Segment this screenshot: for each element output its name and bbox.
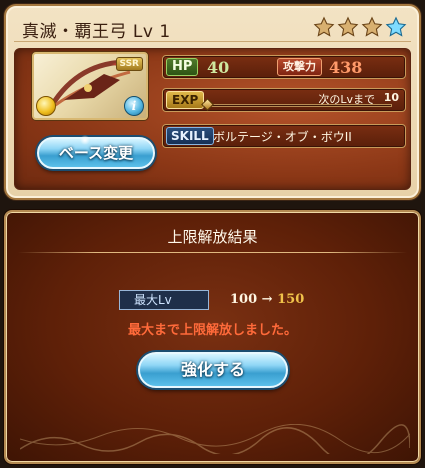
exp-label: EXP [166, 91, 205, 109]
hp-value: 40 [207, 58, 230, 77]
base-change-button[interactable]: ベース変更 [37, 137, 155, 169]
weapon-name: 真滅・覇王弓 Lv 1 [22, 22, 171, 42]
star-icon [337, 16, 359, 37]
skill-label: SKILL [166, 127, 214, 145]
arrow-icon: → [261, 292, 273, 307]
skill-name: ボルテージ・オブ・ボウII [213, 130, 352, 144]
info-icon[interactable]: i [124, 96, 144, 116]
sparkle-effect [80, 135, 90, 145]
max-lv-new: 150 [277, 292, 305, 307]
element-light-icon [36, 96, 56, 116]
atk-label: 攻撃力 [277, 58, 322, 76]
star-icon-blue [385, 16, 407, 37]
weapon-title-bar: 真滅・覇王弓 Lv 1 [14, 12, 411, 42]
star-icon [361, 16, 383, 37]
hp-atk-row: HP 40 攻撃力 438 [162, 55, 406, 79]
rarity-stars [313, 16, 407, 38]
star-icon [313, 16, 335, 37]
exp-next-label: 次のLvまで [318, 93, 375, 106]
result-title: 上限解放結果 [167, 228, 258, 246]
exp-row: EXP 次のLvまで 10 [162, 88, 406, 112]
title-divider [18, 252, 407, 253]
max-lv-old: 100 [230, 292, 258, 307]
weapon-image[interactable]: SSR i [32, 52, 148, 120]
limit-break-result-panel: 上限解放結果 最大Lv 100 → 150 最大まで上限解放しました。 強化する [4, 210, 421, 464]
exp-next-value: 10 [383, 91, 399, 104]
ornament-decoration [20, 424, 410, 454]
skill-row[interactable]: SKILL ボルテージ・オブ・ボウII [162, 124, 406, 148]
ssr-badge: SSR [115, 57, 143, 71]
atk-value: 438 [329, 58, 363, 77]
enhance-button[interactable]: 強化する [138, 352, 288, 388]
max-lv-label: 最大Lv [119, 290, 209, 310]
max-lv-change: 100 → 150 [230, 292, 304, 307]
hp-label: HP [166, 58, 199, 76]
result-message: 最大まで上限解放しました。 [127, 323, 297, 338]
